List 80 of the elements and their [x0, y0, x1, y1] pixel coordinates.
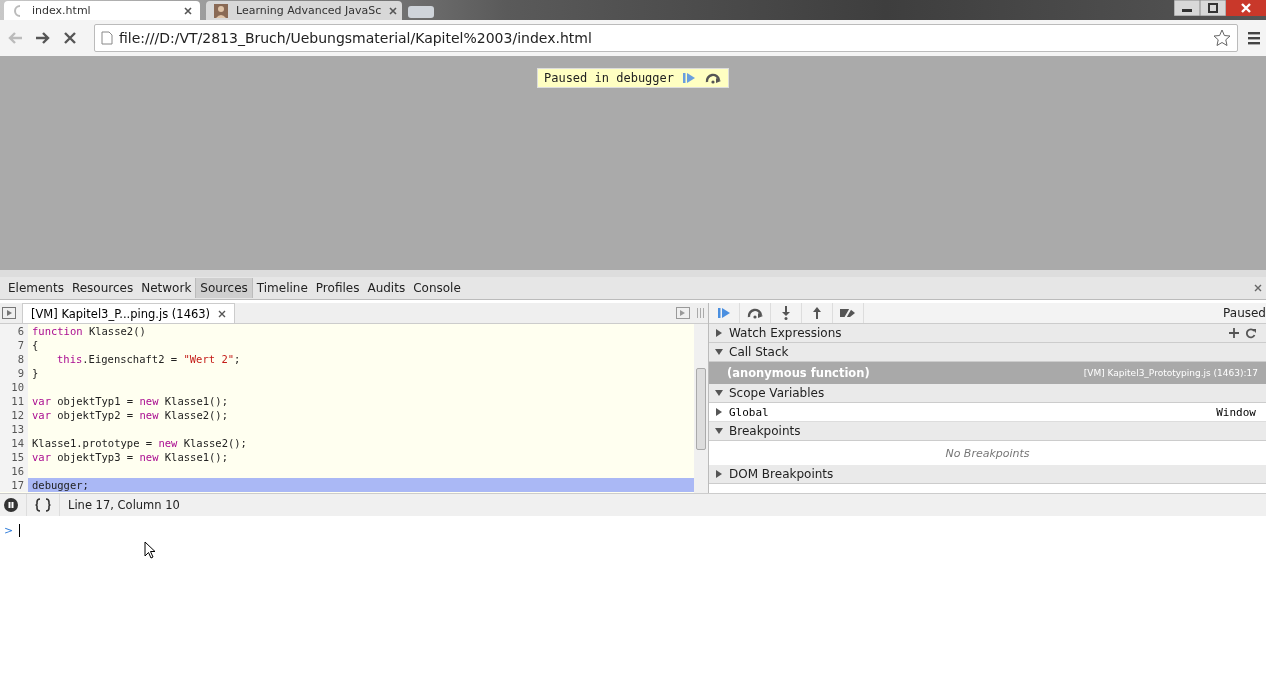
minimize-icon[interactable]: [1174, 0, 1200, 16]
devtools-tab[interactable]: Audits: [363, 278, 410, 298]
code-line: Klasse1.prototype = new Klasse2();: [31, 436, 247, 450]
prompt-chevron: >: [4, 524, 14, 537]
close-icon[interactable]: [1226, 0, 1266, 16]
pretty-print-icon[interactable]: [35, 498, 51, 512]
code-line: debugger;: [31, 478, 89, 492]
menu-icon[interactable]: [1248, 31, 1260, 45]
debugger-toggle-icon[interactable]: [676, 307, 690, 319]
code-line: }: [31, 366, 39, 380]
code-line: this.Eigenschaft2 = "Wert 2";: [56, 352, 241, 366]
step-out-icon[interactable]: [812, 306, 822, 320]
step-over-icon[interactable]: [746, 307, 764, 319]
file-tab[interactable]: [VM] Kapitel3_P...ping.js (1463): [22, 303, 236, 323]
devtools-tab[interactable]: Console: [409, 278, 465, 298]
line-number: 14: [0, 436, 28, 450]
code-line: {: [31, 338, 39, 352]
scrollbar[interactable]: [694, 324, 708, 493]
navigator-toggle-icon[interactable]: [2, 307, 16, 319]
page-icon: [101, 31, 113, 45]
forward-arrow-icon[interactable]: [34, 30, 52, 46]
text-cursor: [19, 524, 21, 537]
devtools-tab[interactable]: Resources: [67, 278, 138, 298]
line-number: 17: [0, 478, 28, 492]
devtools-tab[interactable]: Elements: [4, 278, 68, 298]
add-icon[interactable]: [1229, 328, 1239, 338]
close-icon[interactable]: [1254, 284, 1262, 292]
refresh-icon[interactable]: [1245, 327, 1256, 339]
step-over-icon[interactable]: [704, 72, 722, 84]
function-name: (anonymous function): [727, 366, 870, 380]
close-icon[interactable]: [218, 309, 227, 318]
star-icon[interactable]: [1213, 29, 1231, 47]
close-icon[interactable]: [184, 6, 192, 15]
address-bar[interactable]: file:///D:/VT/2813_Bruch/Uebungsmaterial/Kapitel%2003/index.html: [94, 24, 1238, 52]
section-header[interactable]: Scope Variables: [709, 384, 1266, 403]
code-line: function Klasse2(): [31, 324, 146, 338]
browser-tab[interactable]: Learning Advanced JavaSc: [206, 1, 402, 20]
drag-handle-icon: [696, 307, 704, 319]
devtools-tab[interactable]: Profiles: [311, 278, 364, 298]
section-header[interactable]: DOM Breakpoints: [709, 465, 1266, 484]
collapse-triangle-icon[interactable]: [715, 348, 723, 356]
section-header[interactable]: Breakpoints: [709, 422, 1266, 441]
section-header[interactable]: Call Stack: [709, 343, 1266, 362]
line-number: 6: [0, 324, 28, 338]
line-number: 9: [0, 366, 28, 380]
paused-status: Paused: [1223, 306, 1266, 320]
line-number: 12: [0, 408, 28, 422]
resume-icon[interactable]: [682, 72, 696, 84]
devtools-tab[interactable]: Sources: [195, 278, 253, 298]
mouse-pointer-icon: [144, 541, 156, 559]
pause-on-exceptions-icon[interactable]: [4, 498, 18, 512]
devtools-tab[interactable]: Timeline: [252, 278, 312, 298]
code-line: var objektTyp1 = new Klasse1();: [31, 394, 228, 408]
collapse-triangle-icon[interactable]: [715, 427, 723, 435]
scrollbar-thumb[interactable]: [696, 367, 706, 450]
expand-triangle-icon[interactable]: [715, 470, 723, 478]
stop-icon[interactable]: [62, 30, 78, 46]
collapse-triangle-icon[interactable]: [715, 389, 723, 397]
banner-text: Paused in debugger: [543, 71, 674, 85]
cursor-position: Line 17, Column 10: [68, 498, 180, 512]
code-line: var objektTyp3 = new Klasse1();: [31, 450, 228, 464]
expand-triangle-icon[interactable]: [715, 329, 723, 337]
step-into-icon[interactable]: [781, 306, 791, 320]
browser-tab[interactable]: index.html: [4, 1, 200, 20]
line-number: 15: [0, 450, 28, 464]
expand-triangle-icon[interactable]: [715, 408, 723, 416]
frame-location: [VM] Kapitel3_Prototyping.js (1463):17: [1083, 368, 1258, 378]
devtools-tab[interactable]: Network: [137, 278, 196, 298]
line-number: 8: [0, 352, 28, 366]
line-number: 7: [0, 338, 28, 352]
line-number: 10: [0, 380, 28, 394]
line-number: 13: [0, 422, 28, 436]
code-line: var objektTyp2 = new Klasse2();: [31, 408, 228, 422]
line-number: 11: [0, 394, 28, 408]
line-number: 16: [0, 464, 28, 478]
close-icon[interactable]: [389, 6, 398, 15]
section-header[interactable]: Watch Expressions: [709, 324, 1266, 343]
restore-icon[interactable]: [1200, 0, 1226, 16]
resume-icon[interactable]: [717, 307, 731, 319]
avatar-icon: [214, 3, 228, 18]
